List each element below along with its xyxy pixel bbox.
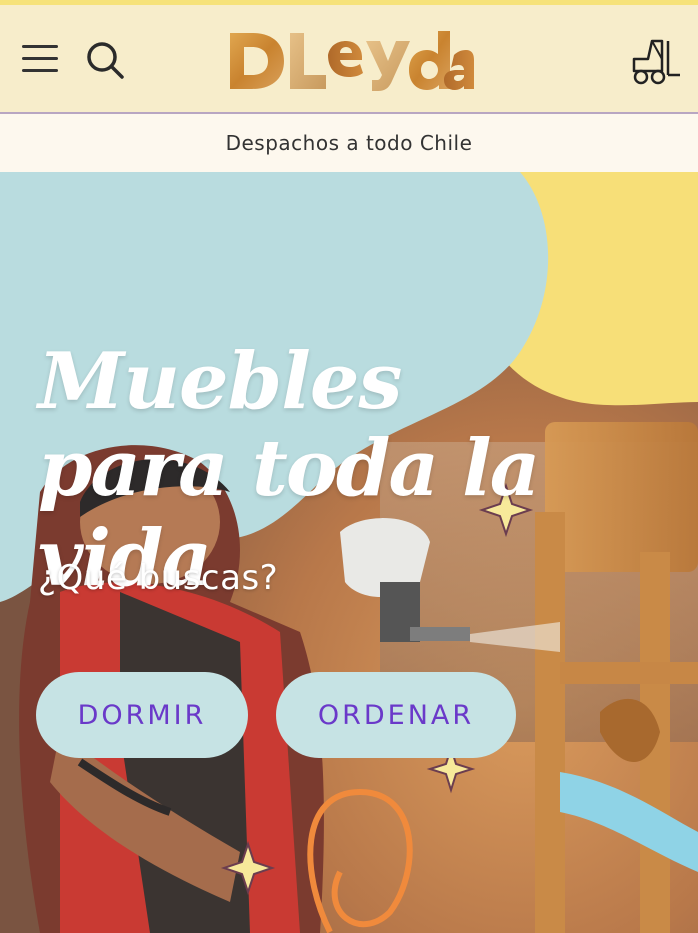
hamburger-menu-icon[interactable] — [20, 43, 62, 79]
hero-subtitle: ¿Qué buscas? — [38, 558, 279, 598]
shipping-banner: Despachos a todo Chile — [0, 114, 698, 172]
search-icon[interactable] — [84, 39, 128, 83]
brand-logo[interactable] — [224, 25, 474, 97]
hero-section: Muebles para toda la vida ¿Qué buscas? D… — [0, 172, 698, 933]
forklift-cart-icon[interactable] — [630, 37, 682, 87]
hero-title-line1: Muebles — [38, 336, 402, 427]
ordenar-button[interactable]: ORDENAR — [276, 672, 516, 758]
site-header — [0, 5, 698, 114]
dormir-button[interactable]: DORMIR — [36, 672, 248, 758]
